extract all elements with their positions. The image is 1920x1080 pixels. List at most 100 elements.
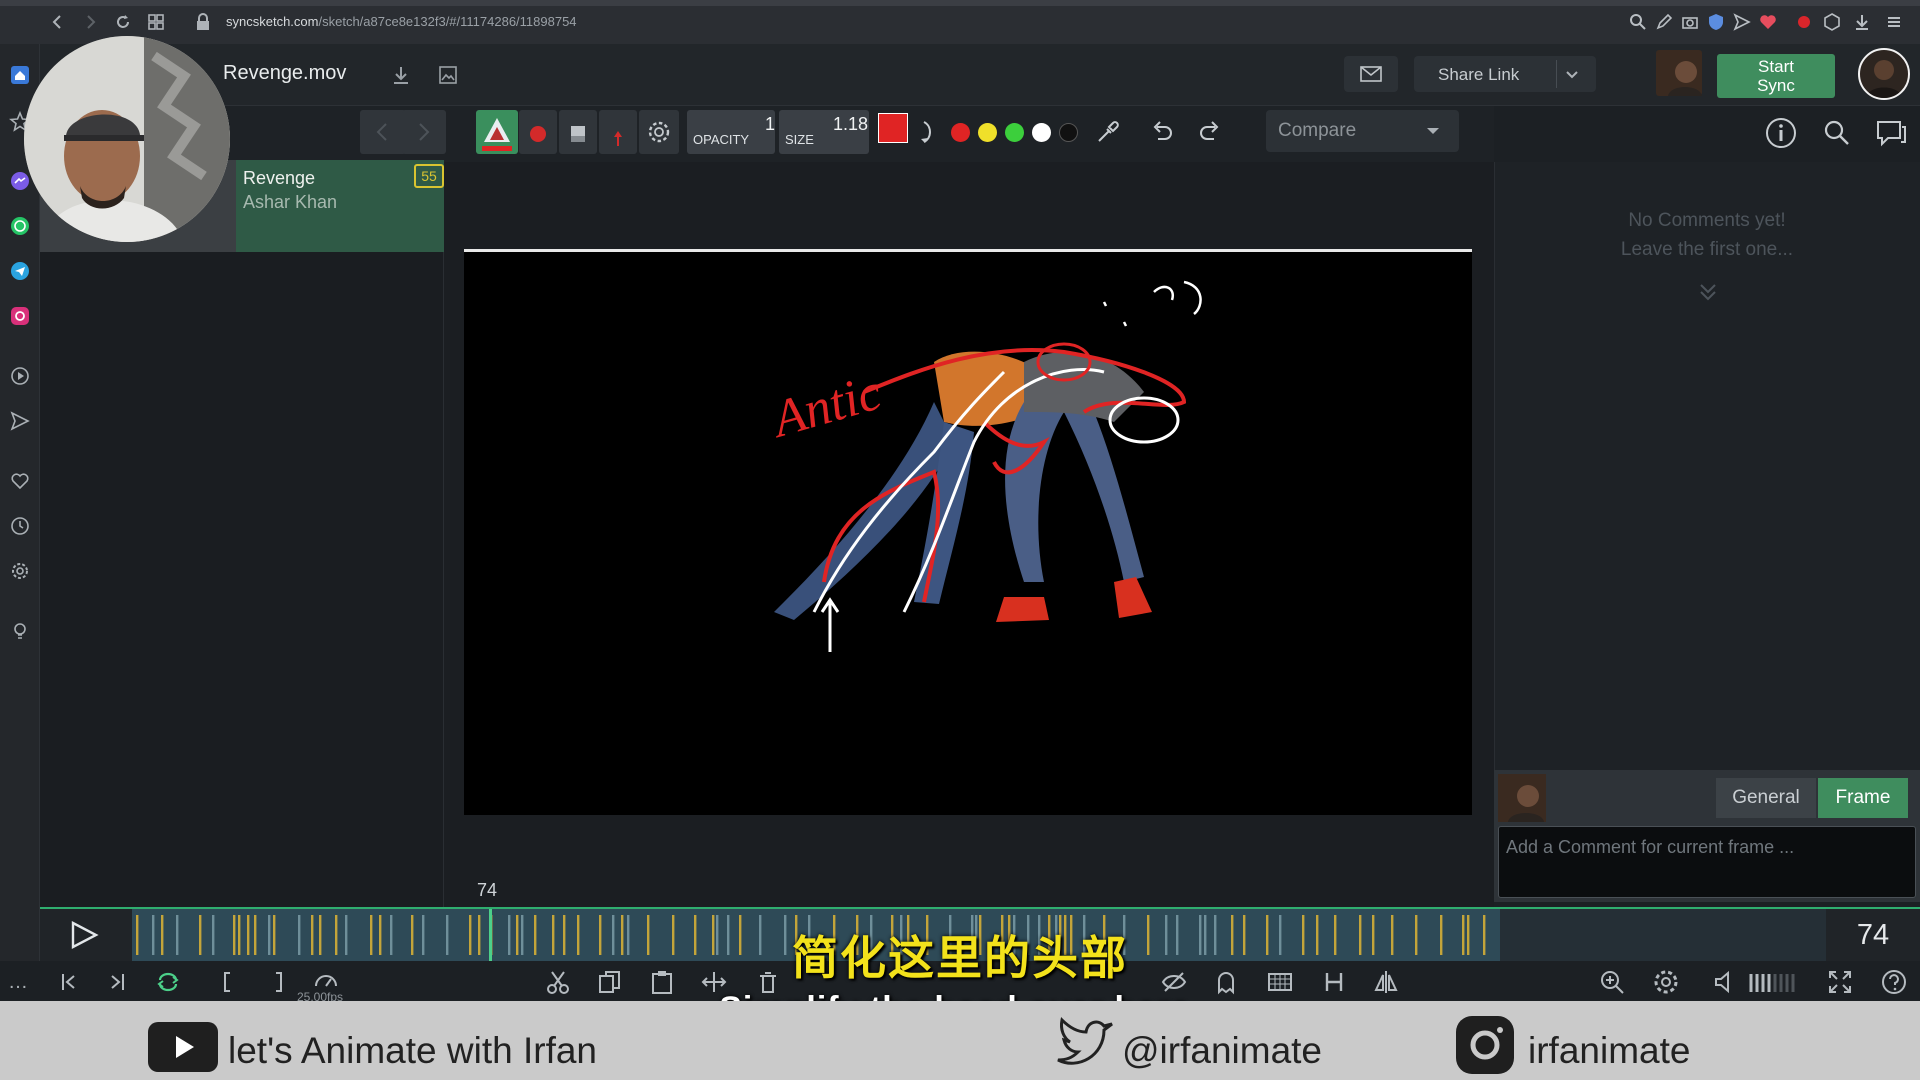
heart-icon[interactable]: [1758, 12, 1778, 32]
active-color-swatch[interactable]: [878, 113, 908, 143]
player-icon[interactable]: [9, 365, 31, 387]
download-icon[interactable]: [1852, 12, 1872, 32]
file-title: Revenge.mov: [223, 62, 347, 84]
tab-frame[interactable]: Frame: [1818, 778, 1908, 818]
swap-color-icon[interactable]: [918, 118, 938, 146]
send-icon[interactable]: [1732, 12, 1752, 32]
edit-icon[interactable]: [1654, 12, 1674, 32]
size-control[interactable]: SIZE 1.18: [779, 110, 869, 154]
sneaker-left: [996, 597, 1049, 622]
empty-comments-message: No Comments yet! Leave the first one...: [1494, 206, 1920, 264]
start-sync-label-1: Start: [1758, 57, 1794, 76]
comment-count-badge: 55: [414, 164, 444, 188]
opacity-label: OPACITY: [693, 132, 750, 147]
zoom-icon[interactable]: [1628, 12, 1648, 32]
image-icon[interactable]: [437, 64, 459, 86]
collaborator-avatar[interactable]: [1656, 50, 1702, 96]
color-yellow[interactable]: [978, 123, 997, 142]
twitter-logo: [1052, 1012, 1118, 1078]
color-black[interactable]: [1059, 123, 1078, 142]
item-author: Ashar Khan: [243, 192, 338, 212]
eyedropper-icon[interactable]: [1094, 118, 1122, 146]
arrow-tool-button[interactable]: [599, 110, 637, 154]
settings-sidebar-icon[interactable]: [9, 560, 31, 582]
send-sidebar-icon[interactable]: [9, 410, 31, 432]
shield-icon[interactable]: [1706, 12, 1726, 32]
size-value: 1.18: [833, 114, 869, 134]
second-character-leg-2: [1064, 412, 1144, 582]
favorites-icon[interactable]: [9, 470, 31, 492]
empty-comments-line-2: Leave the first one...: [1620, 239, 1794, 260]
extension-icon[interactable]: [1822, 12, 1842, 32]
address-bar[interactable]: syncsketch.com/sketch/a87ce8e132f3/#/111…: [226, 14, 577, 29]
home-icon[interactable]: [9, 64, 31, 86]
color-red[interactable]: [951, 123, 970, 142]
opacity-value: 1: [765, 114, 776, 134]
compare-dropdown[interactable]: Compare: [1266, 110, 1459, 152]
screen: syncsketch.com/sketch/a87ce8e132f3/#/111…: [0, 0, 1920, 1080]
color-green[interactable]: [1005, 123, 1024, 142]
tab-general[interactable]: General: [1716, 778, 1816, 818]
redo-icon[interactable]: [1196, 118, 1224, 146]
start-sync-label-2: Sync: [1757, 76, 1795, 95]
user-avatar[interactable]: [1858, 48, 1910, 100]
opacity-control[interactable]: OPACITY 1: [687, 110, 775, 154]
tool-settings-button[interactable]: [639, 110, 679, 154]
camera-icon[interactable]: [1680, 12, 1700, 32]
reload-icon[interactable]: [113, 12, 133, 32]
search-icon[interactable]: [1822, 118, 1852, 148]
instagram-handle: irfanimate: [1528, 1030, 1691, 1071]
url-host: syncsketch.com: [226, 14, 319, 29]
whatsapp-icon[interactable]: [9, 215, 31, 237]
shape-tool-button[interactable]: [519, 110, 557, 154]
subtitle-chinese: 简化这里的头部: [792, 932, 1128, 984]
next-button[interactable]: [402, 110, 446, 154]
comment-input[interactable]: Add a Comment for current frame ...: [1498, 826, 1916, 898]
item-title: Revenge: [243, 168, 316, 188]
telegram-icon[interactable]: [9, 260, 31, 282]
lightbulb-icon[interactable]: [9, 620, 31, 642]
prev-button[interactable]: [360, 110, 406, 154]
record-icon[interactable]: [1794, 12, 1814, 32]
back-icon[interactable]: [48, 12, 68, 32]
review-item-list: [40, 162, 444, 908]
double-chevron-down-icon[interactable]: [1696, 282, 1720, 302]
sneaker-right: [1114, 577, 1152, 618]
tabs-grid-icon[interactable]: [146, 12, 166, 32]
undo-icon[interactable]: [1148, 118, 1176, 146]
color-white[interactable]: [1032, 123, 1051, 142]
info-icon[interactable]: [1764, 116, 1798, 150]
history-icon[interactable]: [9, 515, 31, 537]
share-link-label: Share Link: [1438, 65, 1520, 84]
chevron-down-icon[interactable]: [1562, 64, 1582, 84]
channel-name: let's Animate with Irfan: [228, 1030, 598, 1071]
white-scribbles: [1102, 280, 1202, 327]
playhead-frame-label: 74: [477, 880, 498, 900]
youtube-logo: [148, 1022, 218, 1072]
compare-label: Compare: [1278, 120, 1357, 141]
download-file-icon[interactable]: [390, 64, 412, 86]
divider: [1556, 60, 1557, 88]
white-arrow: [820, 597, 840, 652]
instagram-icon[interactable]: [9, 305, 31, 327]
commenter-avatar: [1498, 774, 1546, 822]
annotation-text: Antic: [764, 363, 888, 449]
instagram-logo: [1456, 1016, 1514, 1074]
size-label: SIZE: [785, 132, 814, 147]
forward-icon[interactable]: [80, 12, 100, 32]
annotated-frame: Antic: [764, 280, 1202, 652]
email-button[interactable]: [1344, 56, 1398, 92]
lock-icon: [193, 12, 213, 32]
video-frame[interactable]: Antic: [464, 249, 1472, 815]
webcam-overlay: [24, 36, 230, 242]
empty-comments-line-1: No Comments yet!: [1628, 210, 1786, 231]
pen-tool-button[interactable]: [476, 110, 518, 154]
start-sync-button[interactable]: Start Sync: [1717, 54, 1835, 98]
url-path: /sketch/a87ce8e132f3/#/11174286/11898754: [318, 14, 577, 29]
messenger-icon[interactable]: [9, 170, 31, 192]
eraser-tool-button[interactable]: [559, 110, 597, 154]
compare-caret-icon: [1426, 126, 1440, 136]
menu-icon[interactable]: [1884, 12, 1904, 32]
comments-panel-icon[interactable]: [1874, 116, 1908, 150]
twitter-handle: @irfanimate: [1122, 1030, 1323, 1071]
